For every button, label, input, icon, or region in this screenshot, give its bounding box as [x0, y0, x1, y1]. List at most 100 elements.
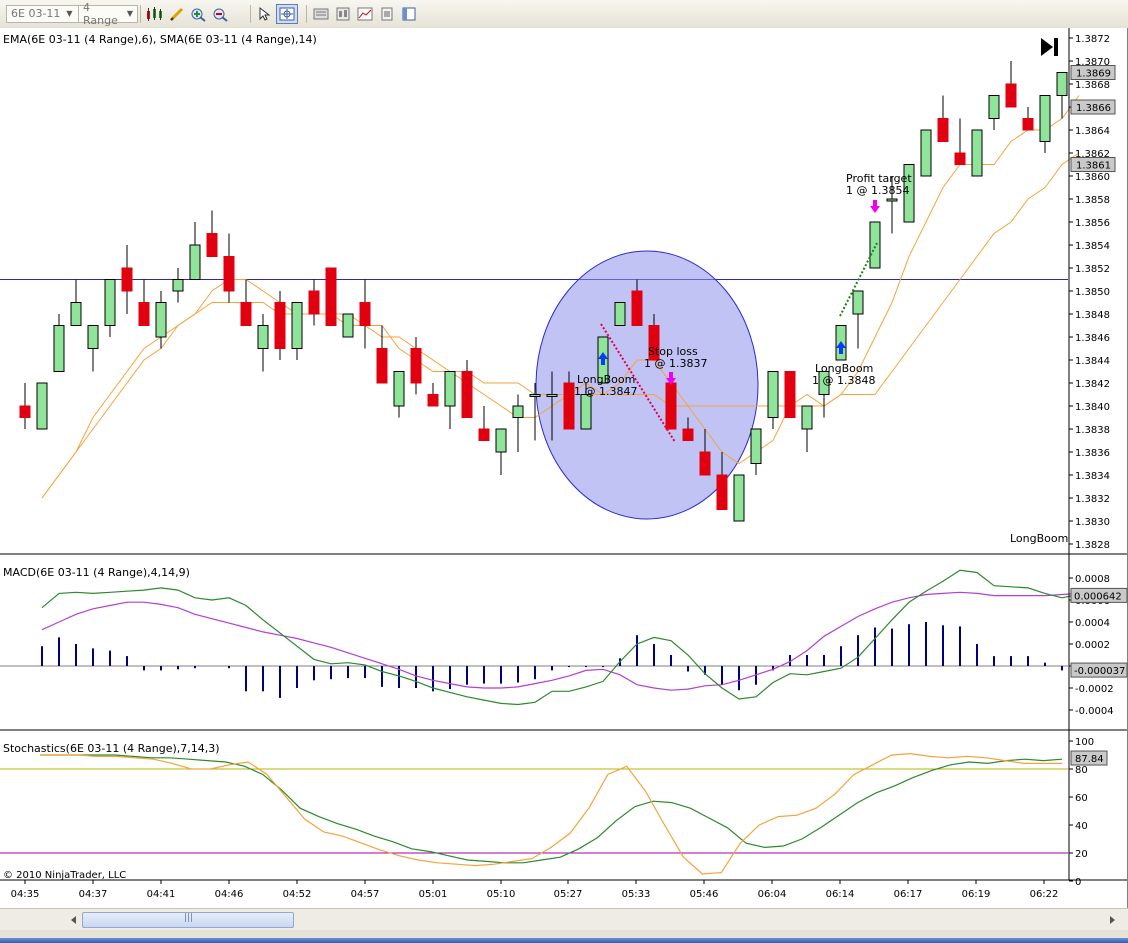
macd-tick-label: 0.0004	[1075, 618, 1110, 629]
bull-candle	[257, 325, 269, 349]
bear-candle	[274, 302, 286, 349]
price-marker-label: 1.3861	[1076, 161, 1111, 172]
data-box-icon[interactable]	[310, 4, 332, 24]
bear-candle	[223, 256, 235, 292]
stochastics-tick-label: 80	[1075, 765, 1088, 776]
time-tick-label: 05:10	[487, 889, 516, 900]
bear-candle	[937, 118, 949, 142]
bear-candle	[563, 382, 575, 430]
bull-candle	[342, 313, 354, 338]
bull-candle	[767, 371, 779, 418]
price-tick-label: 1.3832	[1075, 494, 1110, 505]
bear-candle	[138, 302, 150, 326]
price-marker-label: 1.3866	[1076, 103, 1111, 114]
time-tick-label: 04:46	[215, 889, 244, 900]
bull-candle	[1056, 72, 1068, 96]
bar-style-icon[interactable]	[144, 4, 166, 24]
bull-candle	[852, 290, 864, 315]
bear-candle	[461, 371, 473, 418]
bear-candle	[121, 267, 133, 292]
bull-candle	[869, 221, 881, 269]
instrument-selector[interactable]: 6E 03-11 ▼	[6, 3, 80, 24]
grip-icon: |||	[184, 913, 194, 923]
bull-candle	[546, 394, 558, 397]
chevron-down-icon: ▼	[126, 9, 133, 18]
stochastics-marker-label: 87.84	[1075, 754, 1104, 765]
time-tick-label: 04:35	[11, 889, 40, 900]
chevron-down-icon: ▼	[66, 9, 73, 18]
scroll-right-icon[interactable]	[1104, 912, 1120, 928]
scroll-left-icon[interactable]	[66, 912, 82, 928]
bear-candle	[359, 302, 371, 326]
bear-candle	[954, 152, 966, 165]
properties-icon[interactable]	[332, 4, 354, 24]
bear-candle	[325, 267, 337, 326]
drawing-tool-icon[interactable]	[166, 4, 188, 24]
stop-loss-fill: 1 @ 1.3837	[644, 357, 707, 370]
price-tick-label: 1.3836	[1075, 448, 1110, 459]
price-tick-label: 1.3830	[1075, 517, 1110, 528]
instrument-label: 6E 03-11	[11, 7, 61, 20]
bull-candle	[155, 302, 167, 338]
zoom-out-icon[interactable]	[210, 4, 232, 24]
price-tick-label: 1.3868	[1075, 80, 1110, 91]
time-tick-label: 05:46	[690, 889, 719, 900]
time-tick-label: 04:57	[351, 889, 380, 900]
time-tick-label: 04:52	[283, 889, 312, 900]
chart-canvas[interactable]: 1.38721.38701.38681.38661.38641.38621.38…	[0, 28, 1128, 908]
notes-icon[interactable]	[398, 4, 420, 24]
bull-candle	[801, 405, 813, 430]
bull-candle	[495, 428, 507, 453]
indicators-icon[interactable]	[354, 4, 376, 24]
toolbar: 6E 03-11 ▼ 4 Range ▼	[0, 0, 1128, 29]
price-tick-label: 1.3850	[1075, 287, 1110, 298]
cursor-icon[interactable]	[254, 4, 276, 24]
entry-fill: 1 @ 1.3847	[574, 385, 637, 398]
copyright-text: © 2010 NinjaTrader, LLC	[3, 870, 126, 881]
price-tick-label: 1.3864	[1075, 126, 1110, 137]
price-tick-label: 1.3840	[1075, 402, 1110, 413]
bull-candle	[291, 302, 303, 349]
bear-candle	[631, 290, 643, 326]
price-tick-label: 1.3834	[1075, 471, 1110, 482]
price-tick-label: 1.3842	[1075, 379, 1110, 390]
crosshair-icon[interactable]	[276, 3, 298, 24]
macd-tick-label: 0.0002	[1075, 640, 1110, 651]
price-tick-label: 1.3858	[1075, 195, 1110, 206]
toolbar-separator	[306, 5, 307, 23]
bull-candle	[971, 129, 983, 177]
time-tick-label: 06:19	[962, 889, 991, 900]
tab-strip	[0, 938, 1128, 943]
bull-candle	[529, 394, 541, 397]
zoom-in-icon[interactable]	[188, 4, 210, 24]
stochastics-tick-label: 0	[1075, 877, 1081, 888]
bull-candle	[512, 405, 524, 418]
bear-candle	[376, 348, 388, 384]
bear-candle	[1005, 83, 1017, 108]
time-tick-label: 06:04	[758, 889, 787, 900]
bear-candle	[699, 451, 711, 476]
macd-tick-label: -0.0004	[1075, 706, 1114, 717]
price-panel-label: EMA(6E 03-11 (4 Range),6), SMA(6E 03-11 …	[3, 33, 317, 46]
bull-candle	[36, 382, 48, 430]
bar-type-selector[interactable]: 4 Range ▼	[78, 1, 138, 27]
bear-candle	[240, 302, 252, 326]
bull-candle	[614, 302, 626, 326]
toolbar-separator	[250, 5, 251, 23]
price-tick-label: 1.3844	[1075, 356, 1110, 367]
bull-candle	[750, 428, 762, 464]
stochastics-panel-label: Stochastics(6E 03-11 (4 Range),7,14,3)	[3, 742, 220, 755]
bull-candle	[70, 302, 82, 326]
bear-candle	[665, 382, 677, 430]
horizontal-scrollbar[interactable]: |||	[0, 908, 1128, 931]
macd-tick-label: -0.0002	[1075, 684, 1114, 695]
price-tick-label: 1.3872	[1075, 34, 1110, 45]
bear-candle	[682, 428, 694, 441]
time-tick-label: 04:41	[147, 889, 176, 900]
strategies-icon[interactable]	[376, 4, 398, 24]
bear-candle	[19, 405, 31, 418]
bear-candle	[206, 233, 218, 257]
time-tick-label: 05:33	[622, 889, 651, 900]
price-tick-label: 1.3860	[1075, 172, 1110, 183]
stochastics-tick-label: 100	[1075, 737, 1094, 748]
